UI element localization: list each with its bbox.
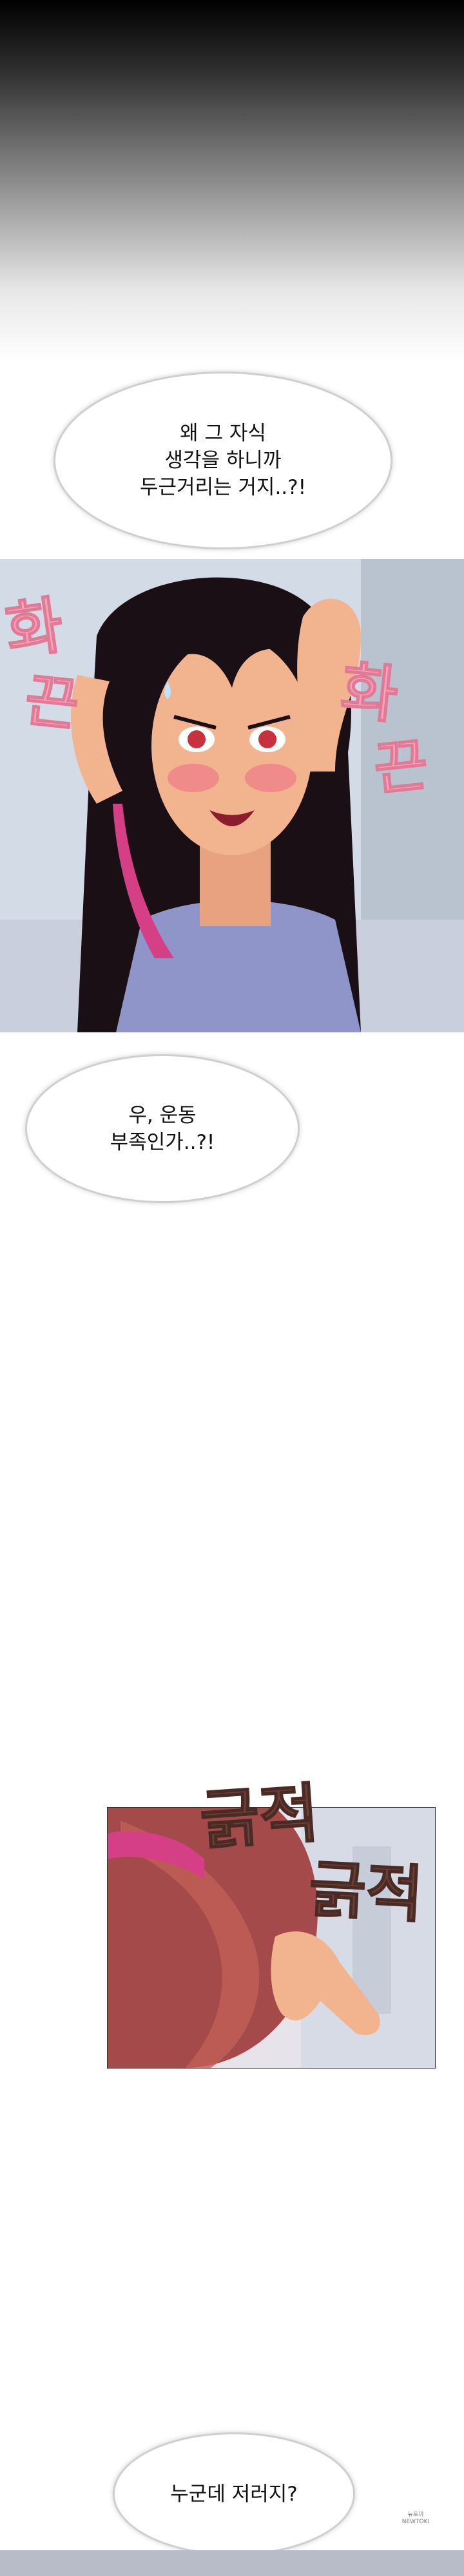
bubble-1-line-1: 왜 그 자식 [180, 422, 266, 445]
bubble-1-line-2: 생각을 하니까 [164, 449, 282, 472]
sfx-gul-top: 긁적 [197, 1775, 322, 1860]
bubble-3-text: 누군데 저러지? [170, 2482, 298, 2506]
sfx-keun-right: 끈 [371, 730, 432, 804]
comic-panel-flustered-woman: 화 끈 화 끈 [0, 559, 464, 1032]
top-gradient-background [0, 0, 464, 361]
speech-bubble-1: 왜 그 자식 생각을 하니까 두근거리는 거지..?! [55, 374, 391, 547]
speech-bubble-3: 누군데 저러지? [115, 2434, 353, 2553]
site-watermark: 뉴토끼 NEWTOKI [374, 2512, 458, 2526]
sfx-keun-left: 끈 [21, 666, 82, 740]
bubble-1-line-3: 두근거리는 거지..?! [139, 476, 307, 499]
speech-bubble-2: 우, 운동 부족인가..?! [27, 1056, 298, 1201]
watermark-line-2: NEWTOKI [401, 2519, 430, 2525]
comic-panel-bottom-partial [0, 2550, 464, 2576]
watermark-line-1: 뉴토끼 [407, 2512, 424, 2518]
bubble-2-line-1: 우, 운동 [128, 1103, 197, 1127]
bubble-2-line-2: 부족인가..?! [110, 1130, 215, 1154]
sfx-gul-bottom: 긁적 [307, 1852, 425, 1931]
